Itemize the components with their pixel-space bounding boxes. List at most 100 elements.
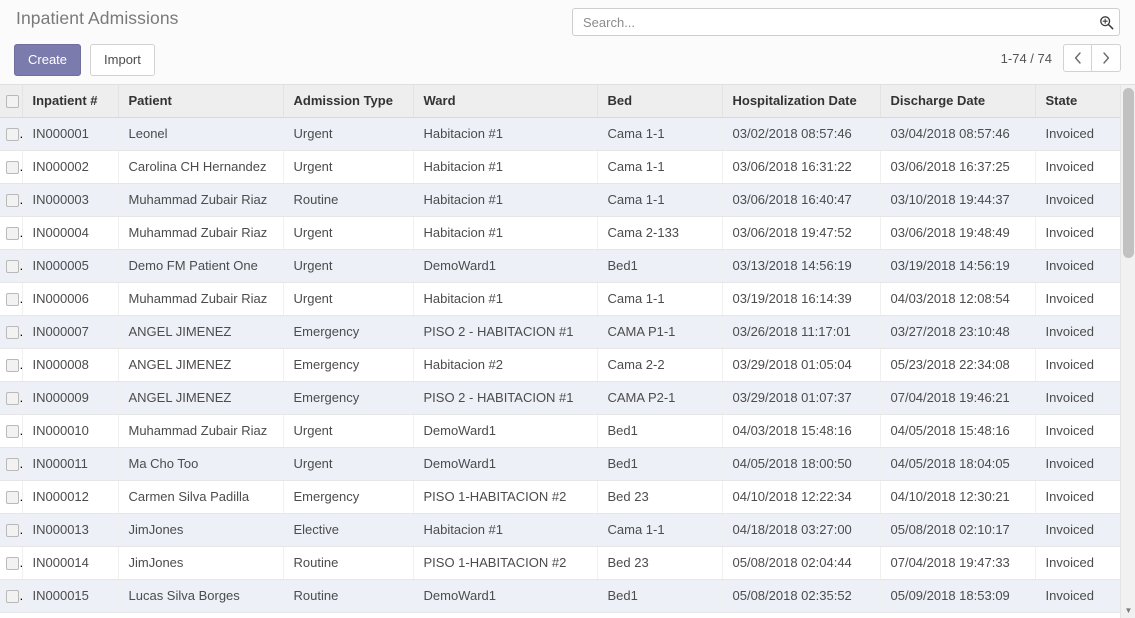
cell-bed: Cama 1-1 xyxy=(597,150,723,184)
cell-hosp-date: 03/06/2018 19:47:52 xyxy=(722,216,881,250)
import-button[interactable]: Import xyxy=(90,44,155,76)
row-select-checkbox[interactable] xyxy=(6,194,19,208)
search-input[interactable] xyxy=(573,9,1093,35)
row-select-checkbox[interactable] xyxy=(6,128,19,142)
cell-admission: Urgent xyxy=(283,282,414,316)
cell-state: Invoiced xyxy=(1035,579,1120,613)
cell-state: Invoiced xyxy=(1035,414,1120,448)
table-row[interactable]: IN000002 Carolina CH Hernandez Urgent Habit… xyxy=(0,150,1120,184)
row-select-checkbox[interactable] xyxy=(6,227,19,241)
cell-state: Invoiced xyxy=(1035,546,1120,580)
action-button-group: Create Import xyxy=(14,44,155,76)
cell-reference: IN000012 xyxy=(22,480,119,514)
row-select-checkbox[interactable] xyxy=(6,359,19,373)
cell-state: Invoiced xyxy=(1035,480,1120,514)
row-select-checkbox[interactable] xyxy=(6,260,19,274)
chevron-right-icon xyxy=(1103,52,1110,64)
column-header-patient[interactable]: Patient xyxy=(118,85,284,118)
column-header-hospitalization-date[interactable]: Hospitalization Date xyxy=(722,85,881,118)
table-row[interactable]: IN000003 Muhammad Zubair Riaz Routine Habit… xyxy=(0,183,1120,217)
table-row[interactable]: IN000004 Muhammad Zubair Riaz Urgent Habita… xyxy=(0,216,1120,250)
cell-admission: Urgent xyxy=(283,150,414,184)
pager-next-button[interactable] xyxy=(1092,44,1121,72)
cell-disc-date: 03/19/2018 14:56:19 xyxy=(880,249,1036,283)
row-select-cell xyxy=(0,282,23,316)
list-table-container: Inpatient # Patient Admission Type Ward … xyxy=(0,85,1135,618)
cell-bed: Bed1 xyxy=(597,447,723,481)
table-row[interactable]: IN000010 Muhammad Zubair Riaz Urgent DemoWa… xyxy=(0,414,1120,448)
cell-state: Invoiced xyxy=(1035,381,1120,415)
cell-reference: IN000010 xyxy=(22,414,119,448)
row-select-checkbox[interactable] xyxy=(6,557,19,571)
column-header-state[interactable]: State xyxy=(1035,85,1120,118)
search-icon[interactable] xyxy=(1093,9,1119,35)
cell-ward: DemoWard1 xyxy=(413,249,598,283)
row-select-checkbox[interactable] xyxy=(6,392,19,406)
cell-hosp-date: 03/29/2018 01:05:04 xyxy=(722,348,881,382)
search-bar[interactable] xyxy=(572,8,1120,36)
scroll-down-arrow-icon[interactable]: ▼ xyxy=(1121,603,1135,618)
cell-hosp-date: 05/08/2018 02:04:44 xyxy=(722,546,881,580)
row-select-checkbox[interactable] xyxy=(6,161,19,175)
table-row[interactable]: IN000006 Muhammad Zubair Riaz Urgent Habita… xyxy=(0,282,1120,316)
cell-disc-date: 03/27/2018 23:10:48 xyxy=(880,315,1036,349)
row-select-checkbox[interactable] xyxy=(6,326,19,340)
column-header-inpatient-number[interactable]: Inpatient # xyxy=(22,85,119,118)
cell-admission: Urgent xyxy=(283,249,414,283)
cell-hosp-date: 05/08/2018 02:35:52 xyxy=(722,579,881,613)
column-header-discharge-date[interactable]: Discharge Date xyxy=(880,85,1036,118)
column-header-ward[interactable]: Ward xyxy=(413,85,598,118)
table-row[interactable]: IN000007 ANGEL JIMENEZ Emergency PISO 2 - H… xyxy=(0,315,1120,349)
cell-bed: Bed1 xyxy=(597,414,723,448)
vertical-scrollbar[interactable]: ▲ ▼ xyxy=(1120,85,1135,618)
pager: 1-74 / 74 xyxy=(1001,44,1121,72)
row-select-checkbox[interactable] xyxy=(6,293,19,307)
table-row[interactable]: IN000012 Carmen Silva Padilla Emergency PIS… xyxy=(0,480,1120,514)
row-select-checkbox[interactable] xyxy=(6,458,19,472)
cell-reference: IN000015 xyxy=(22,579,119,613)
row-select-checkbox[interactable] xyxy=(6,590,19,604)
cell-admission: Urgent xyxy=(283,216,414,250)
table-row[interactable]: IN000013 JimJones Elective Habitacion #1 Cam… xyxy=(0,513,1120,547)
cell-ward: Habitacion #1 xyxy=(413,216,598,250)
pager-previous-button[interactable] xyxy=(1063,44,1092,72)
cell-admission: Urgent xyxy=(283,414,414,448)
row-select-checkbox[interactable] xyxy=(6,491,19,505)
cell-hosp-date: 03/19/2018 16:14:39 xyxy=(722,282,881,316)
cell-bed: CAMA P1-1 xyxy=(597,315,723,349)
cell-hosp-date: 03/06/2018 16:31:22 xyxy=(722,150,881,184)
table-row[interactable]: IN000001 Leonel Urgent Habitacion #1 Cama 1-… xyxy=(0,117,1120,151)
scrollbar-thumb[interactable] xyxy=(1123,88,1134,258)
table-body: IN000001 Leonel Urgent Habitacion #1 Cama 1-… xyxy=(0,117,1120,613)
table-row[interactable]: IN000011 Ma Cho Too Urgent DemoWard1 Bed1 04/… xyxy=(0,447,1120,481)
header-row: Inpatient # Patient Admission Type Ward … xyxy=(0,85,1120,118)
cell-patient: Carolina CH Hernandez xyxy=(118,150,284,184)
cell-patient: JimJones xyxy=(118,513,284,547)
column-header-admission-type[interactable]: Admission Type xyxy=(283,85,414,118)
cell-hosp-date: 03/13/2018 14:56:19 xyxy=(722,249,881,283)
table-row[interactable]: IN000005 Demo FM Patient One Urgent DemoWar… xyxy=(0,249,1120,283)
cell-reference: IN000013 xyxy=(22,513,119,547)
cell-reference: IN000006 xyxy=(22,282,119,316)
cell-reference: IN000005 xyxy=(22,249,119,283)
cell-ward: DemoWard1 xyxy=(413,579,598,613)
cell-patient: Carmen Silva Padilla xyxy=(118,480,284,514)
table-row[interactable]: IN000008 ANGEL JIMENEZ Emergency Habitacion… xyxy=(0,348,1120,382)
cell-bed: Bed 23 xyxy=(597,546,723,580)
table-row[interactable]: IN000015 Lucas Silva Borges Routine DemoWar… xyxy=(0,579,1120,613)
cell-ward: Habitacion #1 xyxy=(413,282,598,316)
select-all-checkbox[interactable] xyxy=(6,95,19,109)
row-select-cell xyxy=(0,150,23,184)
row-select-checkbox[interactable] xyxy=(6,425,19,439)
cell-state: Invoiced xyxy=(1035,150,1120,184)
column-header-bed[interactable]: Bed xyxy=(597,85,723,118)
table-row[interactable]: IN000009 ANGEL JIMENEZ Emergency PISO 2 - H… xyxy=(0,381,1120,415)
table-row[interactable]: IN000014 JimJones Routine PISO 1-HABITACION… xyxy=(0,546,1120,580)
create-button[interactable]: Create xyxy=(14,44,82,76)
cell-ward: PISO 2 - HABITACION #1 xyxy=(413,315,598,349)
cell-disc-date: 05/08/2018 02:10:17 xyxy=(880,513,1036,547)
cell-bed: Bed1 xyxy=(597,579,723,613)
cell-hosp-date: 04/05/2018 18:00:50 xyxy=(722,447,881,481)
row-select-cell xyxy=(0,315,23,349)
row-select-checkbox[interactable] xyxy=(6,524,19,538)
